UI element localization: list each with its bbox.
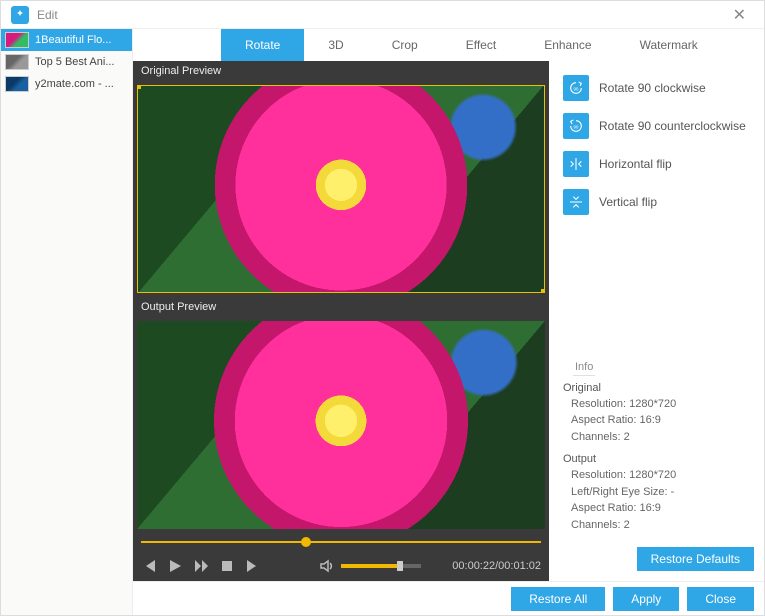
volume-slider[interactable] — [341, 564, 421, 568]
tab-effect[interactable]: Effect — [442, 29, 520, 61]
sidebar-item-0[interactable]: 1Beautiful Flo... — [1, 29, 132, 51]
prev-frame-icon[interactable] — [141, 558, 157, 574]
sidebar-item-label: y2mate.com - ... — [35, 78, 114, 90]
svg-text:90: 90 — [573, 125, 579, 130]
apply-button[interactable]: Apply — [613, 587, 679, 611]
titlebar: Edit ✕ — [1, 1, 764, 29]
sidebar-item-label: 1Beautiful Flo... — [35, 34, 111, 46]
next-frame-icon[interactable] — [245, 558, 261, 574]
player-controls: 00:00:22/00:01:02 — [133, 533, 549, 581]
window-title: Edit — [37, 8, 58, 22]
seek-bar[interactable] — [141, 535, 541, 549]
thumbnail-icon — [5, 54, 29, 70]
output-preview-title: Output Preview — [133, 297, 549, 317]
sidebar-item-1[interactable]: Top 5 Best Ani... — [1, 51, 132, 73]
original-preview-title: Original Preview — [133, 61, 549, 81]
fast-forward-icon[interactable] — [193, 558, 209, 574]
app-icon — [11, 6, 29, 24]
close-icon[interactable]: ✕ — [725, 1, 754, 29]
tab-label: Crop — [392, 38, 418, 52]
restore-all-button[interactable]: Restore All — [511, 587, 605, 611]
play-icon[interactable] — [167, 558, 183, 574]
right-panel: 90 Rotate 90 clockwise 90 Rotate 90 coun… — [549, 61, 764, 581]
tabs: Rotate 3D Crop Effect Enhance Watermark — [133, 29, 764, 61]
info-section: Info Original Resolution: 1280*720 Aspec… — [563, 361, 754, 542]
sidebar: 1Beautiful Flo... Top 5 Best Ani... y2ma… — [1, 29, 133, 615]
opt-label: Rotate 90 counterclockwise — [599, 119, 746, 133]
rotate-ccw-button[interactable]: 90 Rotate 90 counterclockwise — [563, 113, 754, 139]
restore-defaults-button[interactable]: Restore Defaults — [637, 547, 754, 571]
tab-label: Rotate — [245, 38, 280, 52]
opt-label: Vertical flip — [599, 195, 657, 209]
tab-label: Watermark — [640, 38, 698, 52]
opt-label: Rotate 90 clockwise — [599, 81, 706, 95]
tab-label: Effect — [466, 38, 496, 52]
svg-text:90: 90 — [573, 87, 579, 92]
original-preview[interactable] — [137, 85, 545, 293]
info-original-title: Original — [563, 382, 754, 394]
vertical-flip-icon — [563, 189, 589, 215]
opt-label: Horizontal flip — [599, 157, 672, 171]
footer: Restore All Apply Close — [133, 581, 764, 615]
time-display: 00:00:22/00:01:02 — [452, 560, 541, 572]
info-heading: Info — [573, 361, 595, 376]
rotate-cw-icon: 90 — [563, 75, 589, 101]
stop-icon[interactable] — [219, 558, 235, 574]
thumbnail-icon — [5, 32, 29, 48]
tab-watermark[interactable]: Watermark — [616, 29, 722, 61]
tab-rotate[interactable]: Rotate — [221, 29, 304, 61]
tab-enhance[interactable]: Enhance — [520, 29, 615, 61]
horizontal-flip-button[interactable]: Horizontal flip — [563, 151, 754, 177]
horizontal-flip-icon — [563, 151, 589, 177]
thumbnail-icon — [5, 76, 29, 92]
rotate-ccw-icon: 90 — [563, 113, 589, 139]
close-button[interactable]: Close — [687, 587, 754, 611]
tab-3d[interactable]: 3D — [304, 29, 367, 61]
output-preview — [137, 321, 545, 529]
tab-crop[interactable]: Crop — [368, 29, 442, 61]
info-output-title: Output — [563, 453, 754, 465]
tab-label: 3D — [328, 38, 343, 52]
volume-icon[interactable] — [319, 558, 335, 574]
sidebar-item-2[interactable]: y2mate.com - ... — [1, 73, 132, 95]
preview-panel: Original Preview Output Preview — [133, 61, 549, 581]
vertical-flip-button[interactable]: Vertical flip — [563, 189, 754, 215]
sidebar-item-label: Top 5 Best Ani... — [35, 56, 115, 68]
tab-label: Enhance — [544, 38, 591, 52]
rotate-cw-button[interactable]: 90 Rotate 90 clockwise — [563, 75, 754, 101]
